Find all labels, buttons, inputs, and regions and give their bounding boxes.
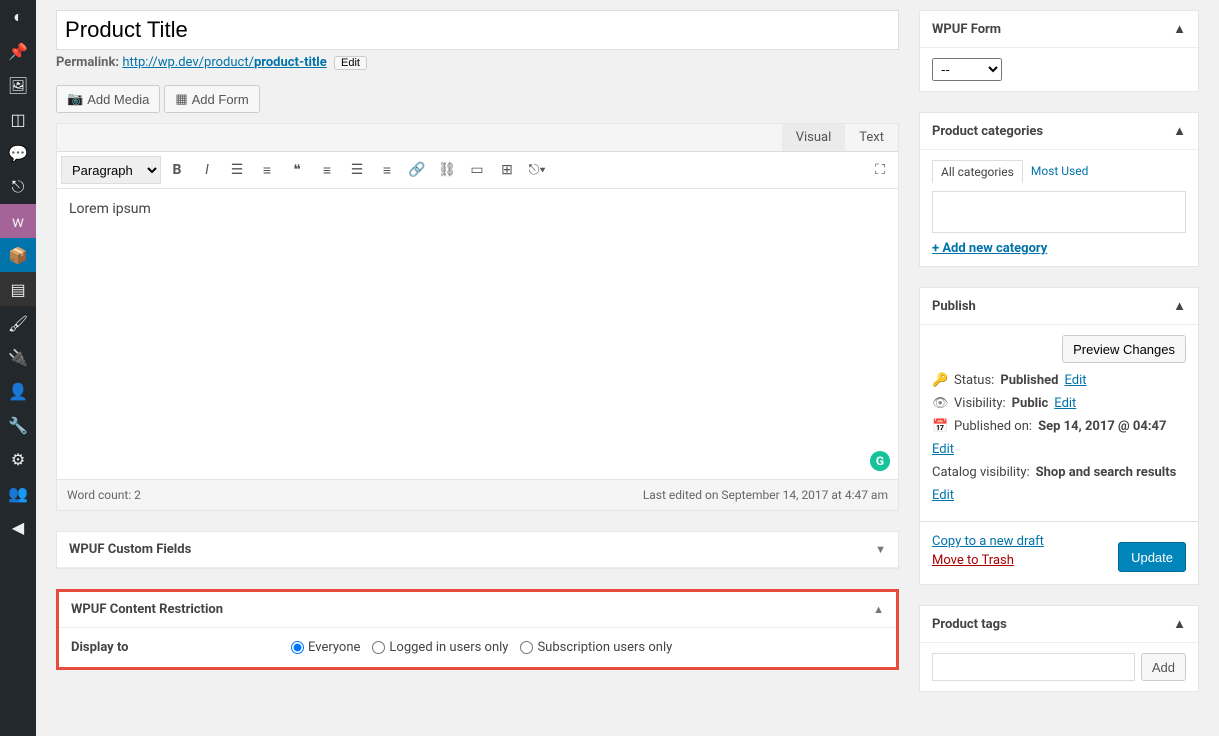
wpuf-icon[interactable]: ⎋ <box>0 170 36 204</box>
add-tag-button[interactable]: Add <box>1141 653 1186 681</box>
align-center-icon[interactable]: ☰ <box>343 156 371 184</box>
wpuf-shortcode-icon[interactable]: ⎋▾ <box>523 156 551 184</box>
groups-icon[interactable]: 👥 <box>0 476 36 510</box>
form-icon: ▦ <box>175 91 187 107</box>
settings-icon[interactable]: ⚙ <box>0 442 36 476</box>
edit-date[interactable]: Edit <box>932 442 954 457</box>
tab-text[interactable]: Text <box>845 124 898 151</box>
tab-most-used[interactable]: Most Used <box>1023 160 1097 183</box>
products-icon[interactable]: 📦 <box>0 238 36 272</box>
media-icon: 📷 <box>67 91 83 107</box>
tab-all-categories[interactable]: All categories <box>932 160 1023 183</box>
category-list[interactable] <box>932 191 1186 233</box>
dashboard-icon[interactable]: ◐ <box>0 0 36 34</box>
tools-icon[interactable]: 🔧 <box>0 408 36 442</box>
editor: Visual Text Paragraph B I ☰ ≡ ❝ ≡ ☰ ≡ 🔗 … <box>56 123 899 511</box>
eye-icon: 👁 <box>932 396 948 411</box>
align-right-icon[interactable]: ≡ <box>373 156 401 184</box>
grammarly-icon[interactable]: G <box>870 451 890 471</box>
bullet-list-icon[interactable]: ☰ <box>223 156 251 184</box>
title-input[interactable] <box>56 10 899 50</box>
product-tags-box: Product tags▲ Add <box>919 605 1199 692</box>
media-icon[interactable]: 🖼 <box>0 68 36 102</box>
admin-menu: ◐ 📌 🖼 ◫ 💬 ⎋ w 📦 ▤ 🖌 🔌 👤 🔧 ⚙ 👥 ◀ <box>0 0 36 736</box>
permalink-label: Permalink: <box>56 55 119 70</box>
number-list-icon[interactable]: ≡ <box>253 156 281 184</box>
chevron-up-icon[interactable]: ▲ <box>1173 298 1186 314</box>
wpuf-form-select[interactable]: -- <box>932 58 1002 81</box>
radio-everyone[interactable] <box>291 641 304 654</box>
collapse-icon[interactable]: ◀ <box>0 510 36 544</box>
quote-icon[interactable]: ❝ <box>283 156 311 184</box>
product-categories-box: Product categories▲ All categories Most … <box>919 112 1199 267</box>
move-trash-link[interactable]: Move to Trash <box>932 553 1044 568</box>
woo-icon[interactable]: w <box>0 204 36 238</box>
add-form-button[interactable]: ▦Add Form <box>164 85 259 113</box>
permalink-row: Permalink: http://wp.dev/product/product… <box>56 55 899 70</box>
fullscreen-icon[interactable]: ⛶ <box>866 156 894 184</box>
content-column: Permalink: http://wp.dev/product/product… <box>56 10 899 726</box>
toolbar-toggle-icon[interactable]: ⊞ <box>493 156 521 184</box>
add-category-link[interactable]: + Add new category <box>932 241 1047 256</box>
restriction-title: WPUF Content Restriction <box>71 602 223 617</box>
edit-permalink-button[interactable]: Edit <box>334 56 367 70</box>
wpuf-custom-fields-box: WPUF Custom Fields ▼ <box>56 531 899 569</box>
appearance-icon[interactable]: 🖌 <box>0 306 36 340</box>
chevron-up-icon[interactable]: ▲ <box>1173 21 1186 37</box>
wpuf-content-restriction-box: WPUF Content Restriction ▲ Display to Ev… <box>56 589 899 670</box>
format-select[interactable]: Paragraph <box>61 156 161 184</box>
update-button[interactable]: Update <box>1118 542 1186 572</box>
sidebar-column: WPUF Form▲ -- Product categories▲ All ca… <box>919 10 1199 726</box>
tag-input[interactable] <box>932 653 1135 681</box>
wpuf-form-box: WPUF Form▲ -- <box>919 10 1199 92</box>
preview-changes-button[interactable]: Preview Changes <box>1062 335 1186 363</box>
word-count: Word count: 2 <box>67 488 141 502</box>
copy-draft-link[interactable]: Copy to a new draft <box>932 534 1044 549</box>
link-icon[interactable]: 🔗 <box>403 156 431 184</box>
more-icon[interactable]: ▭ <box>463 156 491 184</box>
chevron-up-icon[interactable]: ▲ <box>873 603 884 616</box>
edit-catalog[interactable]: Edit <box>932 488 954 503</box>
tab-visual[interactable]: Visual <box>782 124 846 151</box>
bold-icon[interactable]: B <box>163 156 191 184</box>
permalink-link[interactable]: http://wp.dev/product/product-title <box>122 55 326 70</box>
unlink-icon[interactable]: ⛓ <box>433 156 461 184</box>
edit-visibility[interactable]: Edit <box>1054 396 1076 411</box>
users-icon[interactable]: 👤 <box>0 374 36 408</box>
key-icon: 🔑 <box>932 373 948 388</box>
display-to-label: Display to <box>71 640 271 655</box>
pages-icon[interactable]: ◫ <box>0 102 36 136</box>
publish-box: Publish▲ Preview Changes 🔑Status: Publis… <box>919 287 1199 585</box>
radio-subscription[interactable] <box>520 641 533 654</box>
restriction-radio-group: Everyone Logged in users only Subscripti… <box>291 640 672 655</box>
last-edited: Last edited on September 14, 2017 at 4:4… <box>643 488 888 502</box>
align-left-icon[interactable]: ≡ <box>313 156 341 184</box>
forms-icon[interactable]: ▤ <box>0 272 36 306</box>
plugins-icon[interactable]: 🔌 <box>0 340 36 374</box>
editor-toolbar: Paragraph B I ☰ ≡ ❝ ≡ ☰ ≡ 🔗 ⛓ ▭ ⊞ ⎋▾ ⛶ <box>57 152 898 189</box>
pin-icon[interactable]: 📌 <box>0 34 36 68</box>
radio-logged-in[interactable] <box>372 641 385 654</box>
chevron-up-icon[interactable]: ▲ <box>1173 616 1186 632</box>
editor-body[interactable]: Lorem ipsum G <box>57 189 898 479</box>
chevron-down-icon[interactable]: ▼ <box>875 543 886 556</box>
chevron-up-icon[interactable]: ▲ <box>1173 123 1186 139</box>
wpuf-custom-fields-title: WPUF Custom Fields <box>69 542 191 557</box>
edit-status[interactable]: Edit <box>1064 373 1086 388</box>
calendar-icon: 📅 <box>932 419 948 434</box>
comments-icon[interactable]: 💬 <box>0 136 36 170</box>
add-media-button[interactable]: 📷Add Media <box>56 85 160 113</box>
italic-icon[interactable]: I <box>193 156 221 184</box>
